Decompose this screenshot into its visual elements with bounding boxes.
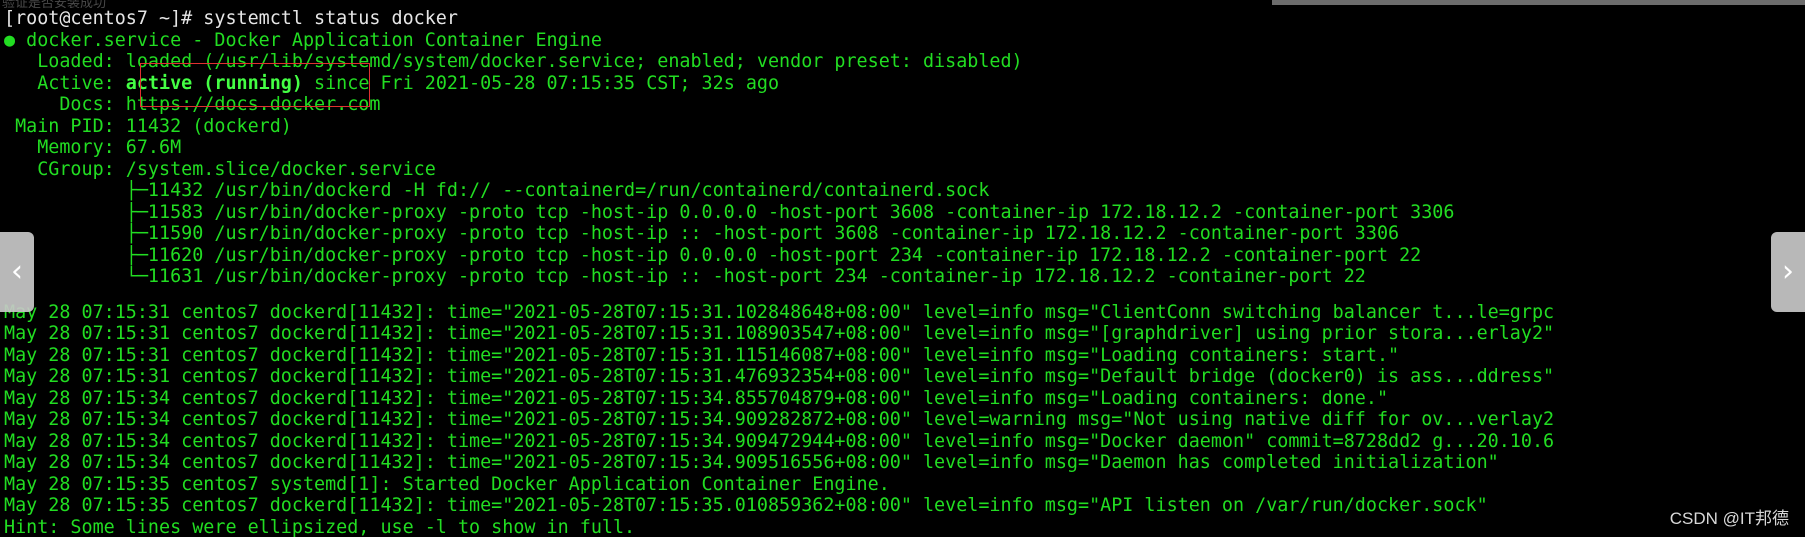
top-strip: 验证是否安装成功 — [0, 0, 1805, 8]
shell-prompt-line: [root@centos7 ~]# systemctl status docke… — [4, 8, 458, 29]
previous-image-button[interactable]: ‹ — [0, 232, 34, 312]
log-line: May 28 07:15:31 centos7 dockerd[11432]: … — [4, 323, 1555, 344]
log-line: May 28 07:15:35 centos7 dockerd[11432]: … — [4, 495, 1488, 516]
memory-line: Memory: 67.6M — [4, 137, 182, 158]
main-pid-line: Main PID: 11432 (dockerd) — [4, 115, 292, 137]
service-title: docker.service - Docker Application Cont… — [15, 29, 602, 51]
status-bullet-icon: ● — [4, 29, 16, 51]
horizontal-scrollbar-thumb[interactable] — [1272, 0, 1805, 5]
log-line: May 28 07:15:35 centos7 systemd[1]: Star… — [4, 473, 890, 495]
active-label: Active: — [4, 72, 126, 94]
log-line: May 28 07:15:34 centos7 dockerd[11432]: … — [4, 409, 1555, 430]
docs-line: Docs: https://docs.docker.com — [4, 94, 381, 115]
terminal-output: [root@centos7 ~]# systemctl status docke… — [4, 8, 1804, 537]
active-line: Active: active (running) since Fri 2021-… — [4, 73, 1804, 95]
cgroup-tree-item: ├─11590 /usr/bin/docker-proxy -proto tcp… — [4, 223, 1400, 244]
service-title-line: ● docker.service - Docker Application Co… — [4, 30, 1804, 52]
chevron-right-icon: › — [1782, 254, 1794, 289]
chevron-left-icon: ‹ — [11, 254, 23, 289]
cgroup-tree-item: ├─11620 /usr/bin/docker-proxy -proto tcp… — [4, 244, 1422, 266]
log-line: May 28 07:15:34 centos7 dockerd[11432]: … — [4, 430, 1555, 452]
log-line: May 28 07:15:34 centos7 dockerd[11432]: … — [4, 452, 1499, 473]
cgroup-tree-item: ├─11432 /usr/bin/dockerd -H fd:// --cont… — [4, 180, 990, 201]
log-line: May 28 07:15:34 centos7 dockerd[11432]: … — [4, 387, 1389, 409]
log-line: May 28 07:15:31 centos7 dockerd[11432]: … — [4, 301, 1555, 323]
log-line: May 28 07:15:31 centos7 dockerd[11432]: … — [4, 366, 1555, 387]
top-faint-caption: 验证是否安装成功 — [2, 0, 107, 8]
csdn-watermark: CSDN @IT邦德 — [1669, 509, 1789, 528]
log-line: May 28 07:15:31 centos7 dockerd[11432]: … — [4, 344, 1400, 366]
active-since: since Fri 2021-05-28 07:15:35 CST; 32s a… — [302, 72, 780, 94]
cgroup-line: CGroup: /system.slice/docker.service — [4, 158, 436, 180]
loaded-line: Loaded: loaded (/usr/lib/systemd/system/… — [4, 51, 1023, 72]
cgroup-tree-item: └─11631 /usr/bin/docker-proxy -proto tcp… — [4, 266, 1366, 287]
terminal-window[interactable]: 验证是否安装成功 [root@centos7 ~]# systemctl sta… — [0, 0, 1805, 537]
active-status: active (running) — [125, 72, 303, 94]
cgroup-tree-item: ├─11583 /usr/bin/docker-proxy -proto tcp… — [4, 201, 1455, 223]
next-image-button[interactable]: › — [1771, 232, 1805, 312]
hint-line: Hint: Some lines were ellipsized, use -l… — [4, 516, 636, 537]
